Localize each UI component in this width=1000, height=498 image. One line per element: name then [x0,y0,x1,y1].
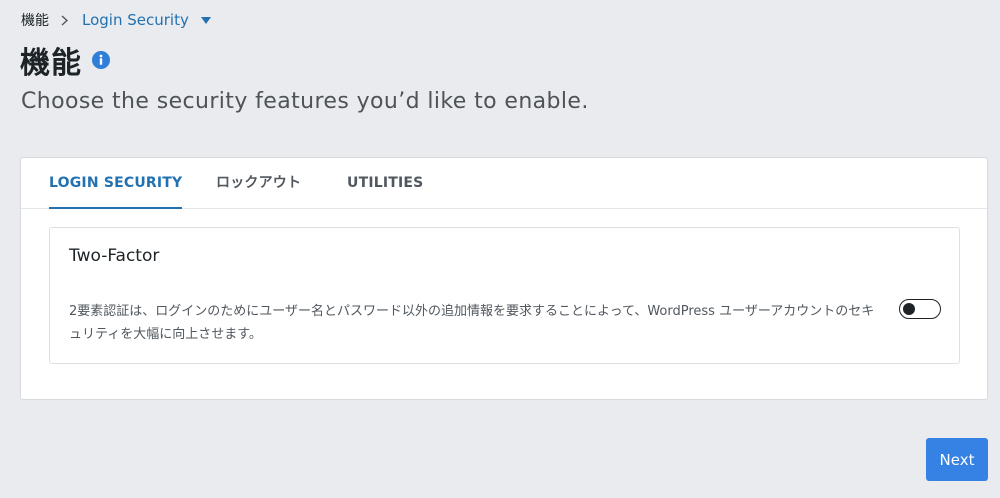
tab-lockout[interactable]: ロックアウト [216,158,301,208]
chevron-right-icon [61,14,68,26]
breadcrumb-current-label: Login Security [82,11,189,29]
info-icon[interactable] [92,51,110,69]
two-factor-toggle[interactable] [899,299,941,319]
feature-title: Two-Factor [69,246,160,266]
tab-utilities[interactable]: UTILITIES [347,158,423,208]
breadcrumb-root[interactable]: 機能 [21,10,49,30]
page: 機能 Login Security 機能 Choose the security… [0,0,1000,498]
next-button[interactable]: Next [926,438,988,481]
feature-two-factor: Two-Factor 2要素認証は、ログインのためにユーザー名とパスワード以外の… [49,227,960,364]
features-card: LOGIN SECURITY ロックアウト UTILITIES Two-Fact… [20,157,988,400]
page-title: 機能 [20,46,82,81]
feature-description: 2要素認証は、ログインのためにユーザー名とパスワード以外の追加情報を要求すること… [69,304,875,342]
breadcrumb-current-dropdown[interactable]: Login Security [82,11,211,29]
tab-login-security[interactable]: LOGIN SECURITY [49,158,183,209]
toggle-knob [903,302,915,315]
tab-bar: LOGIN SECURITY ロックアウト UTILITIES [21,158,987,209]
title-row: 機能 [20,40,110,81]
caret-down-icon [200,16,211,24]
breadcrumb: 機能 Login Security [21,10,211,30]
page-subtitle: Choose the security features you’d like … [21,89,589,114]
